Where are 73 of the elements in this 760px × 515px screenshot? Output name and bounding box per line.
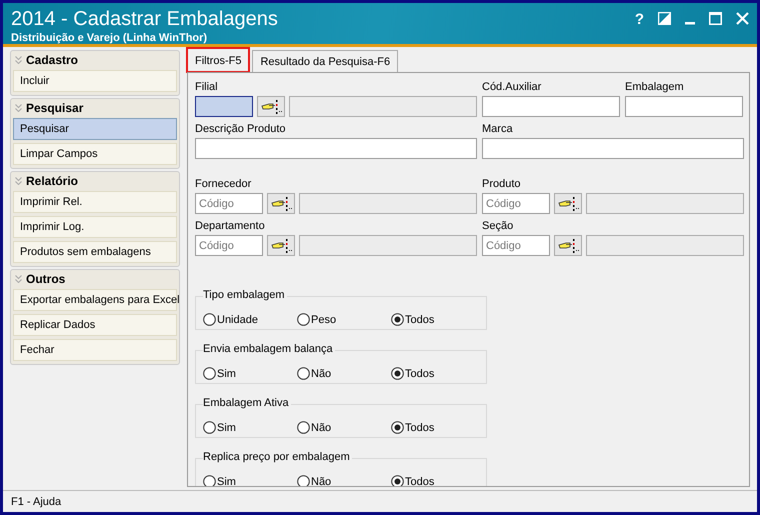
radio-label: Sim <box>217 368 236 380</box>
input-field[interactable] <box>625 96 743 117</box>
field-label: Marca <box>482 123 514 136</box>
lookup-button[interactable] <box>257 96 285 117</box>
group-title: Envia embalagem balança <box>203 343 335 355</box>
radio-button[interactable] <box>297 367 310 380</box>
radio-label: Sim <box>217 422 236 434</box>
radio-label: Todos <box>405 476 434 486</box>
radio-label: Todos <box>405 368 434 380</box>
input-field[interactable] <box>482 96 620 117</box>
radio-label: Todos <box>405 422 434 434</box>
radio-label: Não <box>311 422 332 434</box>
group-title: Pesquisar <box>26 100 84 114</box>
sidebar-item[interactable]: Exportar embalagens para Excel <box>13 289 177 311</box>
radio-button[interactable] <box>391 421 404 434</box>
sidebar-item[interactable]: Limpar Campos <box>13 143 177 165</box>
radio-button[interactable] <box>391 313 404 326</box>
code-field[interactable]: Código <box>482 193 550 214</box>
radio-button[interactable] <box>203 313 216 326</box>
field-label: Filial <box>195 81 219 94</box>
radio-label: Não <box>311 476 332 486</box>
tab[interactable]: Resultado da Pesquisa-F6 <box>252 50 398 72</box>
input-field[interactable] <box>195 138 477 159</box>
field-label: Produto <box>482 178 522 191</box>
radio-button[interactable] <box>391 475 404 486</box>
group-title: Cadastro <box>26 52 78 66</box>
group-title: Replica preço por embalagem <box>203 451 352 463</box>
group-title: Tipo embalagem <box>203 289 287 301</box>
field-label: Descrição Produto <box>195 123 286 136</box>
field-label: Seção <box>482 220 514 233</box>
help-button[interactable]: ? <box>634 12 644 27</box>
radio-button[interactable] <box>391 367 404 380</box>
field-label: Fornecedor <box>195 178 252 191</box>
radio-button[interactable] <box>297 313 310 326</box>
radio-button[interactable] <box>297 475 310 486</box>
window-title: 2014 - Cadastrar Embalagens <box>11 7 278 31</box>
radio-label: Sim <box>217 476 236 486</box>
code-field[interactable] <box>195 96 253 117</box>
tab[interactable]: Filtros-F5 <box>187 48 250 72</box>
sidebar-item[interactable]: Pesquisar <box>13 118 177 140</box>
radio-label: Peso <box>311 314 336 326</box>
sidebar-item[interactable]: Incluir <box>13 70 177 92</box>
sidebar-item[interactable]: Produtos sem embalagens <box>13 241 177 263</box>
lookup-button[interactable] <box>267 193 295 214</box>
field-label: Departamento <box>195 220 266 233</box>
group-title: Embalagem Ativa <box>203 397 291 409</box>
lookup-button[interactable] <box>267 235 295 256</box>
code-field[interactable]: Código <box>482 235 550 256</box>
field-label: Cód.Auxiliar <box>482 81 542 94</box>
radio-button[interactable] <box>203 475 216 486</box>
sidebar-item[interactable]: Replicar Dados <box>13 314 177 336</box>
radio-button[interactable] <box>203 367 216 380</box>
status-bar: F1 - Ajuda <box>3 490 757 512</box>
group-title: Outros <box>26 272 66 286</box>
sidebar-item[interactable]: Fechar <box>13 339 177 361</box>
radio-label: Todos <box>405 314 434 326</box>
radio-label: Não <box>311 368 332 380</box>
input-field[interactable] <box>482 138 744 159</box>
radio-button[interactable] <box>203 421 216 434</box>
sidebar-item[interactable]: Imprimir Log. <box>13 216 177 238</box>
lookup-button[interactable] <box>554 235 582 256</box>
field-label: Embalagem <box>625 81 685 94</box>
code-field[interactable]: Código <box>195 235 263 256</box>
radio-button[interactable] <box>297 421 310 434</box>
theme-icon[interactable] <box>658 12 671 25</box>
lookup-button[interactable] <box>554 193 582 214</box>
group-title: Relatório <box>26 174 78 188</box>
close-icon[interactable] <box>736 12 749 25</box>
sidebar-item[interactable]: Imprimir Rel. <box>13 191 177 213</box>
code-field[interactable]: Código <box>195 193 263 214</box>
radio-label: Unidade <box>217 314 258 326</box>
window-subtitle: Distribuição e Varejo (Linha WinThor) <box>11 32 208 44</box>
maximize-icon[interactable] <box>709 12 722 25</box>
